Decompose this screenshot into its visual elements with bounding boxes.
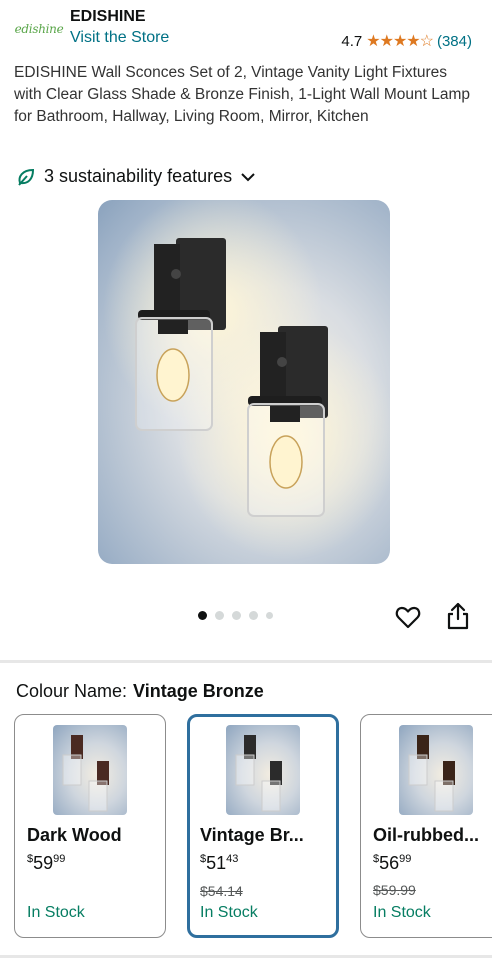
swatch-price: $5699 — [373, 853, 412, 873]
chevron-down-icon — [241, 172, 255, 181]
stock-status: In Stock — [27, 904, 85, 921]
brand-logo-text: edishine — [14, 22, 64, 36]
product-image[interactable] — [98, 200, 390, 564]
share-icon[interactable] — [446, 602, 470, 630]
colour-option-dark-wood[interactable]: Dark Wood $5999 In Stock — [14, 714, 166, 938]
colour-option-vintage-bronze[interactable]: Vintage Br... $5143 $54.14 In Stock — [187, 714, 339, 938]
price-fraction: 99 — [399, 853, 412, 865]
price-fraction: 99 — [53, 853, 66, 865]
rating-summary[interactable]: 4.7 ★★★★☆ (384) — [341, 31, 472, 51]
sustainability-label: 3 sustainability features — [44, 166, 233, 186]
stock-status: In Stock — [373, 904, 431, 921]
wall-sconce-illustration — [103, 200, 390, 560]
swatch-thumbnail — [226, 725, 300, 815]
section-divider — [0, 955, 492, 958]
image-carousel-dots[interactable] — [198, 611, 273, 620]
price-whole: 51 — [206, 853, 227, 873]
sustainability-features[interactable]: 3 sustainability features — [16, 166, 256, 187]
sconce-thumbnail-image — [235, 735, 282, 812]
brand-name: EDISHINE — [70, 8, 146, 25]
sconce-thumbnail-image — [408, 735, 455, 812]
swatch-thumbnail — [53, 725, 127, 815]
swatch-name: Vintage Br... — [200, 825, 304, 845]
leaf-icon — [18, 168, 35, 186]
price-fraction: 43 — [226, 853, 239, 865]
sconce-thumbnail-image — [62, 735, 109, 812]
store-header: edishine EDISHINE Visit the Store 4.7 ★★… — [12, 6, 482, 52]
selected-colour: Vintage Bronze — [133, 681, 264, 701]
carousel-dot[interactable] — [266, 612, 273, 619]
swatch-price: $5143 — [200, 853, 239, 873]
brand-logo[interactable]: edishine — [14, 16, 64, 42]
rating-value: 4.7 — [341, 32, 363, 50]
carousel-dot[interactable] — [232, 611, 241, 620]
swatch-price: $5999 — [27, 853, 66, 873]
colour-swatch-list[interactable]: Dark Wood $5999 In Stock Vintage Br... $… — [14, 714, 492, 940]
swatch-name: Oil-rubbed... — [373, 825, 479, 845]
carousel-dot[interactable] — [249, 611, 258, 620]
stock-status: In Stock — [200, 904, 258, 921]
review-count[interactable]: (384) — [437, 33, 472, 50]
swatch-name: Dark Wood — [27, 825, 122, 845]
heart-icon[interactable] — [395, 604, 421, 630]
price-whole: 56 — [379, 853, 400, 873]
swatch-thumbnail — [399, 725, 473, 815]
star-rating-icon: ★★★★☆ — [366, 33, 434, 50]
colour-option-oil-rubbed[interactable]: Oil-rubbed... $5699 $59.99 In Stock — [360, 714, 492, 938]
carousel-dot[interactable] — [198, 611, 207, 620]
list-price: $59.99 — [373, 882, 416, 898]
price-whole: 59 — [33, 853, 54, 873]
colour-label-row: Colour Name: Vintage Bronze — [16, 681, 264, 702]
list-price: $54.14 — [200, 883, 243, 899]
product-title: EDISHINE Wall Sconces Set of 2, Vintage … — [14, 64, 471, 125]
colour-label: Colour Name: — [16, 681, 128, 701]
visit-store-link[interactable]: Visit the Store — [70, 29, 169, 47]
carousel-dot[interactable] — [215, 611, 224, 620]
section-divider — [0, 660, 492, 663]
